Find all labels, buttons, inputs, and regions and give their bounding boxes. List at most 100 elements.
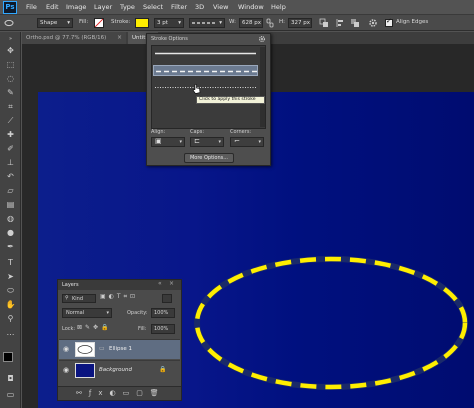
lock-icons[interactable]: ⊠✎✥🔒 <box>77 324 112 331</box>
clone-stamp-tool-icon[interactable]: ⊥ <box>5 158 16 168</box>
layer-filter-value: Kind <box>72 296 84 302</box>
foreground-color-swatch[interactable] <box>3 352 13 362</box>
layer-name-background[interactable]: Background <box>99 367 132 373</box>
miter-join-icon: ⌐ <box>234 137 240 145</box>
layer-action-icons[interactable]: ⚯ƒx◐▭▢🗑 <box>76 389 166 397</box>
dashed-line-icon <box>192 22 216 24</box>
shape-mode-select[interactable]: Shape ▾ <box>37 18 73 28</box>
stroke-preset-dashed[interactable] <box>153 65 258 76</box>
fill-swatch[interactable] <box>94 18 104 28</box>
blend-mode-value: Normal <box>66 310 85 316</box>
path-arrangement-icon[interactable] <box>350 18 360 28</box>
path-alignment-icon[interactable] <box>335 18 345 28</box>
menu-file[interactable]: File <box>26 3 37 11</box>
move-tool-icon[interactable]: ✥ <box>5 46 16 56</box>
chevron-down-icon: ▾ <box>218 139 221 145</box>
path-selection-tool-icon[interactable]: ➤ <box>5 272 16 282</box>
type-tool-icon[interactable]: T <box>5 258 16 268</box>
checkmark-icon: ✓ <box>386 17 392 25</box>
stroke-options-title: Stroke Options <box>151 36 188 42</box>
stroke-align-select[interactable]: ▣ ▾ <box>151 137 185 147</box>
menu-window[interactable]: Window <box>238 3 264 11</box>
menu-filter[interactable]: Filter <box>171 3 187 11</box>
collapse-icon[interactable]: » <box>5 34 16 44</box>
stroke-caps-select[interactable]: ⊏ ▾ <box>190 137 224 147</box>
align-edges-checkbox[interactable]: ✓ <box>385 17 393 27</box>
close-icon[interactable]: × <box>169 280 174 287</box>
filter-toggle[interactable] <box>162 294 172 303</box>
tab-ortho-label: Ortho.psd @ 77.7% (RGB/16) <box>26 35 107 41</box>
height-field[interactable]: 327 px <box>288 18 312 28</box>
eyedropper-tool-icon[interactable]: ⟋ <box>5 116 16 126</box>
menu-edit[interactable]: Edit <box>46 3 59 11</box>
menu-image[interactable]: Image <box>66 3 86 11</box>
brush-tool-icon[interactable]: ✐ <box>5 144 16 154</box>
eye-icon[interactable]: ◉ <box>63 345 69 353</box>
layer-row-ellipse[interactable]: ◉ ▭ Ellipse 1 <box>59 339 180 359</box>
lasso-tool-icon[interactable]: ◌ <box>5 74 16 84</box>
dodge-tool-icon[interactable]: ● <box>5 228 16 238</box>
height-value: 327 px <box>291 20 310 26</box>
stroke-label: Stroke: <box>111 19 131 25</box>
menu-view[interactable]: View <box>213 3 228 11</box>
gear-icon[interactable] <box>258 35 266 43</box>
ellipse-tool-icon[interactable] <box>4 18 14 28</box>
quick-mask-icon[interactable]: ◘ <box>5 374 16 384</box>
stroke-color-swatch[interactable] <box>135 18 149 28</box>
menu-bar: Ps File Edit Image Layer Type Select Fil… <box>0 0 474 15</box>
width-field[interactable]: 628 px <box>239 18 263 28</box>
gradient-tool-icon[interactable]: ▤ <box>5 200 16 210</box>
eraser-tool-icon[interactable]: ▱ <box>5 186 16 196</box>
dashed-line-icon <box>156 70 257 73</box>
pen-tool-icon[interactable]: ✒ <box>5 242 16 252</box>
blend-mode-select[interactable]: Normal ▾ <box>62 308 112 318</box>
collapse-icon[interactable]: « <box>158 280 162 287</box>
fill-field[interactable]: 100% <box>151 324 175 334</box>
layer-row-background[interactable]: ◉ Background 🔒 <box>59 360 180 380</box>
opacity-field[interactable]: 100% <box>151 308 175 318</box>
zoom-tool-icon[interactable]: ⚲ <box>5 314 16 324</box>
menu-type[interactable]: Type <box>120 3 135 11</box>
chevron-down-icon: ▾ <box>178 20 181 26</box>
tab-ortho[interactable]: Ortho.psd @ 77.7% (RGB/16) <box>22 32 126 44</box>
link-icon[interactable] <box>265 18 275 28</box>
layer-name-ellipse[interactable]: Ellipse 1 <box>109 346 132 352</box>
stroke-corners-select[interactable]: ⌐ ▾ <box>230 137 264 147</box>
options-bar: Shape ▾ Fill: Stroke: 3 pt ▾ ▾ W: 628 px… <box>0 15 474 31</box>
stroke-list-scrollbar[interactable] <box>260 47 265 127</box>
ellipse-shape-tool-icon[interactable]: ⬭ <box>5 286 16 296</box>
layers-panel-title: Layers <box>62 282 79 288</box>
stroke-type-select[interactable]: ▾ <box>189 18 225 28</box>
gear-icon[interactable] <box>368 18 378 28</box>
more-tools-icon[interactable]: … <box>5 328 16 338</box>
history-brush-tool-icon[interactable]: ↶ <box>5 172 16 182</box>
layer-thumbnail <box>75 363 95 378</box>
ellipse-thumbnail-icon <box>77 345 93 354</box>
blur-tool-icon[interactable]: ◍ <box>5 214 16 224</box>
hand-tool-icon[interactable]: ✋ <box>5 300 16 310</box>
healing-brush-tool-icon[interactable]: ✚ <box>5 130 16 140</box>
stroke-preset-solid[interactable] <box>153 48 258 59</box>
eye-icon[interactable]: ◉ <box>63 366 69 374</box>
layers-panel-header: Layers « × <box>58 280 181 290</box>
marquee-tool-icon[interactable]: ⬚ <box>5 60 16 70</box>
menu-3d[interactable]: 3D <box>195 3 204 11</box>
layer-filter-select[interactable]: ⚲ Kind <box>62 294 96 303</box>
stroke-width-field[interactable]: 3 pt ▾ <box>154 18 184 28</box>
stroke-presets-list: Click to apply this stroke <box>151 45 266 129</box>
menu-layer[interactable]: Layer <box>94 3 112 11</box>
vector-mask-icon: ▭ <box>99 345 105 352</box>
crop-tool-icon[interactable]: ⌗ <box>5 102 16 112</box>
tab-untitled-label: Untit <box>132 35 146 41</box>
stroke-options-panel: Stroke Options Click to apply this strok… <box>146 33 271 166</box>
stroke-preset-dotted[interactable] <box>153 82 258 93</box>
menu-help[interactable]: Help <box>271 3 286 11</box>
menu-select[interactable]: Select <box>143 3 163 11</box>
screen-mode-icon[interactable]: ▭ <box>5 390 16 400</box>
filter-type-icons[interactable]: ▣◐T⌗⊡ <box>100 293 138 301</box>
quick-select-tool-icon[interactable]: ✎ <box>5 88 16 98</box>
path-operations-icon[interactable] <box>319 18 329 28</box>
more-options-button[interactable]: More Options... <box>184 153 234 163</box>
close-icon[interactable]: × <box>117 32 122 44</box>
h-label: H: <box>279 19 285 25</box>
